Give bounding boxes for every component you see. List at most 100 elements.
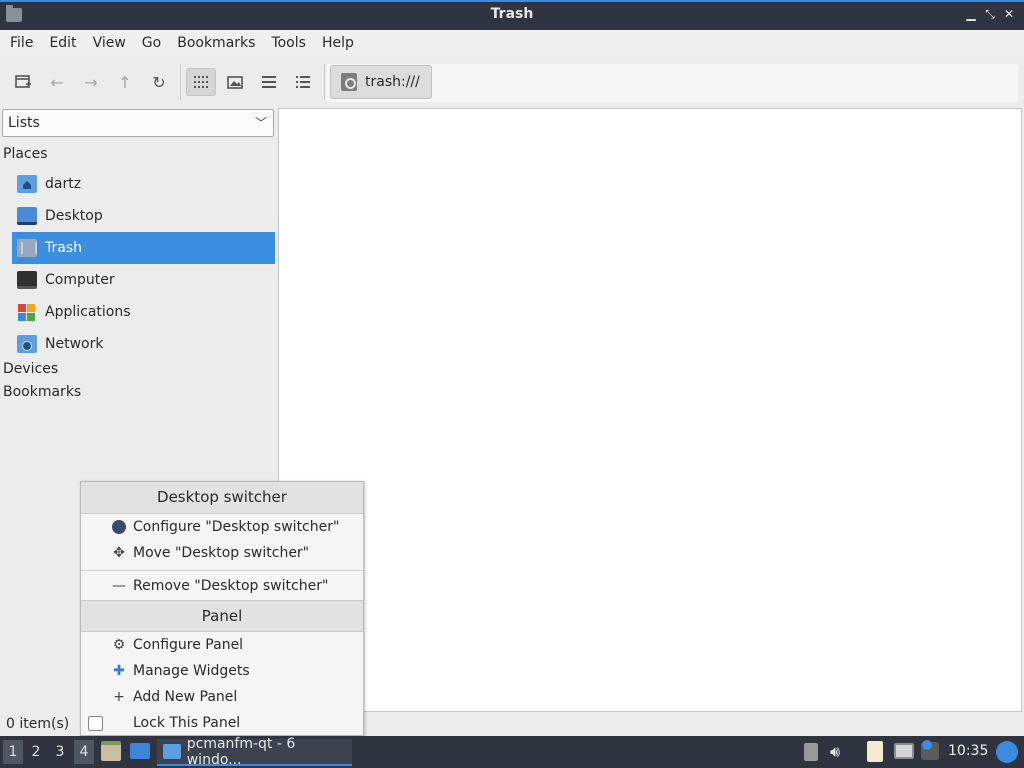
- configure-widget-icon: [111, 519, 127, 535]
- sidebar-item-applications[interactable]: Applications: [12, 296, 275, 328]
- puzzle-icon: ✚: [113, 663, 125, 679]
- task-button-pcmanfm[interactable]: pcmanfm-qt - 6 windo...: [157, 735, 352, 768]
- back-button[interactable]: ←: [42, 68, 72, 96]
- minimize-button[interactable]: ▁: [962, 7, 980, 21]
- reload-icon: ↻: [152, 72, 166, 92]
- up-button[interactable]: ↑: [110, 68, 140, 96]
- file-view[interactable]: [278, 108, 1022, 712]
- menubar: File Edit View Go Bookmarks Tools Help: [0, 30, 1024, 56]
- detail-list-icon: [296, 76, 310, 88]
- reload-button[interactable]: ↻: [144, 68, 174, 96]
- configure-panel-item[interactable]: ⚙ Configure Panel: [81, 632, 363, 658]
- applications-icon: [17, 303, 37, 321]
- new-tab-icon: [15, 75, 31, 88]
- task-label: pcmanfm-qt - 6 windo...: [186, 735, 296, 768]
- window-title: Trash: [490, 6, 534, 22]
- clock[interactable]: 10:35: [948, 743, 988, 759]
- lock-panel-item[interactable]: Lock This Panel: [81, 710, 363, 736]
- detailed-view-button[interactable]: [288, 68, 318, 96]
- remove-icon: —: [112, 578, 126, 594]
- clipboard-icon[interactable]: [867, 741, 883, 762]
- trash-icon: [17, 239, 37, 257]
- desktop-1-button[interactable]: 1: [3, 740, 23, 764]
- file-manager-launcher-icon[interactable]: [101, 741, 121, 761]
- panel-context-menu: Desktop switcher Configure "Desktop swit…: [80, 481, 364, 736]
- widget-menu-header: Desktop switcher: [81, 482, 363, 514]
- path-button-trash[interactable]: trash:///: [330, 65, 432, 99]
- sidebar-item-desktop[interactable]: Desktop: [12, 200, 275, 232]
- sidebar-item-label: dartz: [45, 176, 82, 192]
- removable-media-icon[interactable]: [804, 743, 818, 761]
- lxqt-menu-icon[interactable]: [996, 741, 1018, 763]
- folder-icon: [163, 744, 181, 759]
- menu-help[interactable]: Help: [314, 30, 362, 56]
- new-tab-button[interactable]: [8, 68, 38, 96]
- volume-icon[interactable]: 🔊︎: [830, 742, 850, 762]
- desktop-3-button[interactable]: 3: [50, 740, 70, 764]
- home-folder-icon: [17, 175, 37, 193]
- add-panel-item[interactable]: + Add New Panel: [81, 684, 363, 710]
- move-widget-item[interactable]: ✥ Move "Desktop switcher": [81, 540, 363, 566]
- menu-item-label: Configure "Desktop switcher": [133, 519, 340, 535]
- close-button[interactable]: ✕: [1000, 7, 1018, 21]
- toolbar-separator: [180, 64, 181, 100]
- places-heading[interactable]: Places: [3, 146, 48, 162]
- menu-edit[interactable]: Edit: [41, 30, 84, 56]
- menu-view[interactable]: View: [85, 30, 134, 56]
- gear-icon: ⚙: [112, 637, 126, 653]
- toolbar-separator: [324, 64, 325, 100]
- manage-widgets-item[interactable]: ✚ Manage Widgets: [81, 658, 363, 684]
- list-icon: [262, 76, 276, 88]
- desktop-2-button[interactable]: 2: [26, 740, 46, 764]
- maximize-button[interactable]: ⤡: [981, 7, 999, 22]
- sidebar-item-computer[interactable]: Computer: [12, 264, 275, 296]
- network-status-icon[interactable]: [894, 743, 914, 759]
- computer-icon: [17, 271, 37, 289]
- arrow-left-icon: ←: [50, 72, 64, 92]
- configure-widget-item[interactable]: Configure "Desktop switcher": [81, 514, 363, 540]
- taskbar: 1 2 3 4 pcmanfm-qt - 6 windo... 🔊︎ 10:35: [0, 736, 1024, 768]
- menu-item-label: Lock This Panel: [133, 715, 241, 731]
- grid-icon: [194, 76, 208, 88]
- menu-bookmarks[interactable]: Bookmarks: [169, 30, 263, 56]
- lock-panel-checkbox[interactable]: [87, 715, 103, 731]
- arrow-right-icon: →: [84, 72, 98, 92]
- menu-separator: [81, 570, 363, 571]
- bookmarks-heading[interactable]: Bookmarks: [3, 384, 81, 400]
- icon-view-button[interactable]: [186, 68, 216, 96]
- sidebar-item-label: Applications: [45, 304, 131, 320]
- menu-item-label: Move "Desktop switcher": [133, 545, 310, 561]
- thumbnail-view-button[interactable]: [220, 68, 250, 96]
- menu-go[interactable]: Go: [134, 30, 169, 56]
- devices-heading[interactable]: Devices: [3, 361, 58, 377]
- show-desktop-icon[interactable]: [130, 743, 150, 759]
- menu-item-label: Configure Panel: [133, 637, 244, 653]
- arrow-up-icon: ↑: [118, 72, 132, 92]
- sidebar-item-label: Computer: [45, 272, 115, 288]
- status-item-count: 0 item(s): [6, 716, 70, 732]
- sidebar-item-dartz[interactable]: dartz: [12, 168, 275, 200]
- sidebar-item-network[interactable]: Network: [12, 328, 275, 360]
- desktop-icon: [17, 207, 37, 225]
- menu-item-label: Remove "Desktop switcher": [133, 578, 329, 594]
- remove-widget-item[interactable]: — Remove "Desktop switcher": [81, 573, 363, 599]
- menu-file[interactable]: File: [2, 30, 41, 56]
- side-panel-view-select[interactable]: Lists ﹀: [2, 109, 274, 137]
- network-folder-icon: [17, 335, 37, 353]
- view-select-value: Lists: [8, 115, 40, 131]
- sidebar-item-trash[interactable]: Trash: [12, 232, 275, 264]
- menu-tools[interactable]: Tools: [263, 30, 314, 56]
- sidebar-item-label: Network: [45, 336, 104, 352]
- plus-icon: +: [113, 689, 125, 705]
- window-titlebar: Trash ▁ ⤡ ✕: [0, 0, 1024, 30]
- sidebar-item-label: Desktop: [45, 208, 103, 224]
- trash-icon: [341, 73, 357, 91]
- menu-item-label: Add New Panel: [133, 689, 238, 705]
- menu-item-label: Manage Widgets: [133, 663, 250, 679]
- desktop-4-button[interactable]: 4: [74, 740, 94, 764]
- forward-button[interactable]: →: [76, 68, 106, 96]
- compact-view-button[interactable]: [254, 68, 284, 96]
- move-icon: ✥: [113, 545, 125, 561]
- panel-menu-header: Panel: [81, 600, 363, 632]
- notification-icon[interactable]: [921, 740, 939, 760]
